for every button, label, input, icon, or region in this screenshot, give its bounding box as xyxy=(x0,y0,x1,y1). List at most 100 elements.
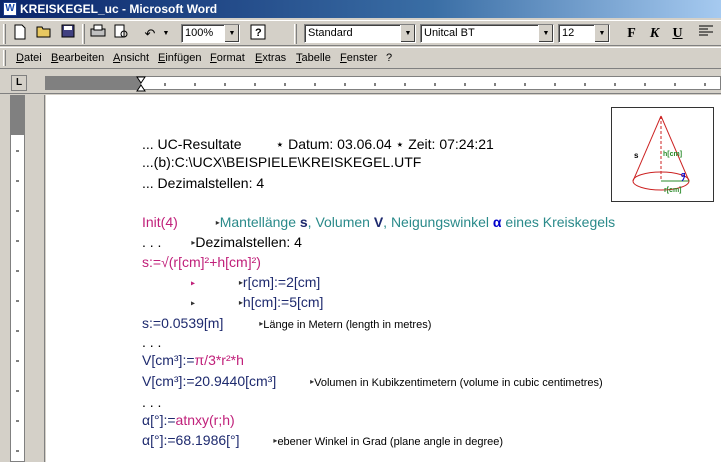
align-left-icon[interactable] xyxy=(695,24,717,44)
chevron-down-icon[interactable]: ▼ xyxy=(224,25,239,42)
doc-line-results-header[interactable]: ... UC-Resultate ⋆ Datum: 03.06.04 ⋆ Zei… xyxy=(142,135,494,153)
star-icon: ⋆ xyxy=(275,136,285,152)
formula-lhs: α[°]:= xyxy=(142,432,176,448)
vruler-top-margin xyxy=(11,95,24,135)
date-text: Datum: 03.06.04 xyxy=(288,136,392,152)
doc-line-v-formula[interactable]: V[cm³]:=π/3*r²*h xyxy=(142,351,244,369)
formula-rhs: π/3*r²*h xyxy=(194,352,244,368)
ruler-ticks xyxy=(136,76,706,92)
menu-grip[interactable] xyxy=(3,50,6,66)
style-value: Standard xyxy=(308,27,353,39)
doc-line-alpha-formula[interactable]: α[°]:=atnxy(r;h) xyxy=(142,411,235,429)
alpha-result: 68.1986[°] xyxy=(175,432,240,448)
font-select[interactable]: Unitcal BT ▼ xyxy=(420,24,554,43)
doc-line-s-formula[interactable]: s:=√(r[cm]²+h[cm]²) xyxy=(142,253,261,271)
doc-line-v-result[interactable]: V[cm³]:=20.9440[cm³] ▸Volumen in Kubikze… xyxy=(142,372,603,392)
menu-ansicht[interactable]: Ansicht xyxy=(113,52,149,64)
tab-selector[interactable]: L xyxy=(11,75,27,91)
doc-line-alpha-result[interactable]: α[°]:=68.1986[°] ▸ebener Winkel in Grad … xyxy=(142,431,503,451)
description-text: Mantellänge xyxy=(219,214,300,230)
svg-text:?: ? xyxy=(255,27,262,39)
results-title: ... UC-Resultate xyxy=(142,136,242,152)
title-bar: W KREISKEGEL_uc - Microsoft Word xyxy=(0,0,721,18)
star-icon: ⋆ xyxy=(395,136,405,152)
v-result: 20.9440[cm³] xyxy=(194,373,277,389)
vertical-ruler[interactable] xyxy=(0,95,45,462)
formatting-toolbar: ↶ ▼ 100% ▼ ? Standard ▼ Unitcal BT ▼ 12 … xyxy=(0,20,721,46)
chevron-down-icon[interactable]: ▼ xyxy=(594,25,609,42)
toolbar-grip[interactable] xyxy=(294,24,297,44)
menu-bar: Datei Bearbeiten Ansicht Einfügen Format… xyxy=(0,47,721,69)
word-app-icon[interactable]: W xyxy=(3,2,17,16)
v-note: Volumen in Kubikzentimetern (volume in c… xyxy=(314,377,603,389)
chevron-down-icon[interactable]: ▼ xyxy=(538,25,553,42)
zoom-select[interactable]: 100% ▼ xyxy=(181,24,240,43)
description-text: eines Kreiskegels xyxy=(501,214,616,230)
formula-lhs: α[°]:= xyxy=(142,412,176,428)
symbol-v: V xyxy=(373,214,384,230)
formula-rhs: √(r[cm]²+h[cm]²) xyxy=(161,254,261,270)
doc-line-ellipsis[interactable]: . . . xyxy=(142,333,161,351)
new-document-icon[interactable] xyxy=(10,24,30,44)
ellipsis: . . . xyxy=(142,234,162,250)
menu-datei[interactable]: Datei xyxy=(16,52,42,64)
print-icon[interactable] xyxy=(88,24,108,44)
label-alpha: α xyxy=(681,172,686,179)
doc-line-init[interactable]: Init(4) ▸Mantellänge s, Volumen V, Neigu… xyxy=(142,213,615,232)
doc-line-decimals-set[interactable]: . . . ▸Dezimalstellen: 4 xyxy=(142,233,302,252)
cone-figure[interactable]: s h[cm] r[cm] α xyxy=(611,107,714,202)
vruler-ticks xyxy=(16,150,19,452)
doc-line-path[interactable]: ...(b):C:\UCX\BEISPIELE\KREISKEGEL.UTF xyxy=(142,153,421,171)
alpha-note: ebener Winkel in Grad (plane angle in de… xyxy=(277,436,504,448)
menu-fenster[interactable]: Fenster xyxy=(340,52,377,64)
italic-button[interactable]: K xyxy=(644,24,665,44)
init-command: Init(4) xyxy=(142,214,178,230)
description-text: , Neigungswinkel xyxy=(383,214,493,230)
description-text: , Volumen xyxy=(307,214,374,230)
open-folder-icon[interactable] xyxy=(34,24,54,44)
undo-dropdown-icon[interactable]: ▼ xyxy=(156,24,176,44)
help-icon[interactable]: ? xyxy=(248,24,268,44)
font-size-select[interactable]: 12 ▼ xyxy=(558,24,610,43)
print-preview-icon[interactable] xyxy=(111,24,131,44)
chevron-down-icon[interactable]: ▼ xyxy=(400,25,415,42)
formula-rhs: atnxy(r;h) xyxy=(175,412,235,428)
label-r: r[cm] xyxy=(664,187,682,194)
time-text: Zeit: 07:24:21 xyxy=(408,136,494,152)
menu-bearbeiten[interactable]: Bearbeiten xyxy=(51,52,104,64)
label-h: h[cm] xyxy=(663,151,682,158)
menu-einfuegen[interactable]: Einfügen xyxy=(158,52,201,64)
label-s: s xyxy=(634,151,639,160)
doc-line-h-def[interactable]: ▸ ▸h[cm]:=5[cm] xyxy=(191,293,323,312)
pointer-icon: ▸ xyxy=(191,278,196,288)
symbol-alpha: α xyxy=(492,214,502,230)
symbol-s: s xyxy=(299,214,308,230)
underline-button[interactable]: U xyxy=(667,24,688,44)
menu-tabelle[interactable]: Tabelle xyxy=(296,52,331,64)
doc-line-decimals[interactable]: ... Dezimalstellen: 4 xyxy=(142,174,264,192)
menu-format[interactable]: Format xyxy=(210,52,245,64)
zoom-value: 100% xyxy=(185,27,214,39)
style-select[interactable]: Standard ▼ xyxy=(304,24,416,43)
toolbar-separator xyxy=(82,24,85,44)
menu-extras[interactable]: Extras xyxy=(255,52,286,64)
formula-lhs: s:= xyxy=(142,254,162,270)
formula-lhs: V[cm³]:= xyxy=(142,352,195,368)
toolbar-grip[interactable] xyxy=(3,24,6,44)
horizontal-ruler[interactable]: L xyxy=(0,70,721,94)
menu-help[interactable]: ? xyxy=(386,52,392,64)
r-definition: r[cm]:=2[cm] xyxy=(242,274,321,290)
save-icon[interactable] xyxy=(58,24,78,44)
doc-line-s-result[interactable]: s:=0.0539[m] ▸Länge in Metern (length in… xyxy=(142,314,431,334)
font-size-value: 12 xyxy=(562,27,575,39)
doc-line-r-def[interactable]: ▸ ▸r[cm]:=2[cm] xyxy=(191,273,320,292)
h-definition: h[cm]:=5[cm] xyxy=(242,294,324,310)
decimals-text: Dezimalstellen: 4 xyxy=(195,234,302,250)
s-note: Länge in Metern (length in metres) xyxy=(263,319,432,331)
formula-lhs: V[cm³]:= xyxy=(142,373,195,389)
bold-button[interactable]: F xyxy=(621,24,642,44)
document-page[interactable]: ... UC-Resultate ⋆ Datum: 03.06.04 ⋆ Zei… xyxy=(46,95,721,462)
font-value: Unitcal BT xyxy=(424,27,475,39)
doc-line-ellipsis[interactable]: . . . xyxy=(142,393,161,411)
window-title: KREISKEGEL_uc - Microsoft Word xyxy=(20,2,218,16)
